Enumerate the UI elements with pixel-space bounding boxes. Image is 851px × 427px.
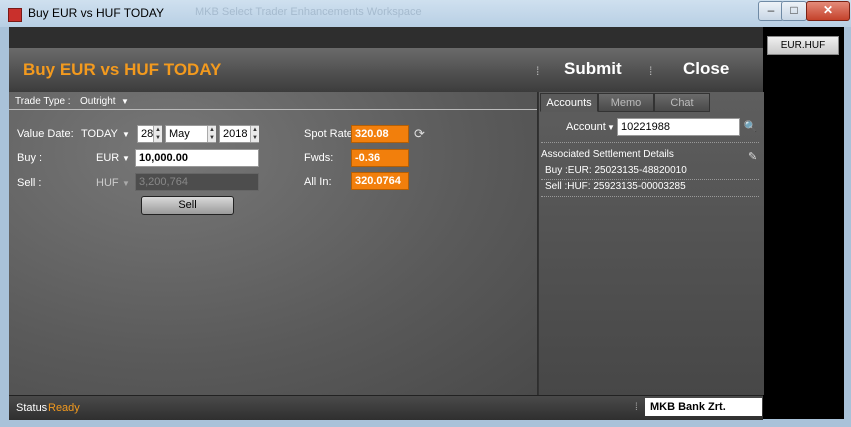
edit-icon[interactable]: ✎ — [748, 150, 757, 163]
buy-label: Buy : — [17, 152, 43, 164]
header-separator: ⁞ — [536, 64, 540, 78]
spot-rate-label: Spot Rate: — [304, 128, 356, 140]
trade-type-select[interactable]: Outright — [80, 96, 116, 107]
trade-type-label: Trade Type : — [15, 96, 71, 107]
all-in-value: 320.0764 — [351, 172, 409, 190]
sell-currency-select[interactable]: HUF — [96, 177, 119, 189]
search-icon[interactable]: 🔍 — [742, 120, 759, 135]
day-spinner[interactable]: ▲ ▼ — [153, 126, 162, 142]
close-button[interactable]: Close — [683, 59, 729, 79]
deal-title: Buy EUR vs HUF TODAY — [23, 60, 222, 79]
deal-header: Buy EUR vs HUF TODAY ⁞ Submit ⁞ Close — [9, 48, 763, 92]
value-date-label: Value Date: — [17, 128, 74, 140]
chevron-down-icon[interactable]: ▼ — [122, 154, 130, 163]
window-close-button[interactable]: ✕ — [806, 1, 850, 21]
background-window-title: MKB Select Trader Enhancements Workspace — [195, 6, 422, 18]
side-strip — [763, 27, 844, 419]
chevron-down-icon[interactable]: ▼ — [607, 123, 615, 132]
buy-amount-input[interactable]: 10,000.00 — [135, 149, 259, 167]
all-in-label: All In: — [304, 176, 332, 188]
accounts-panel — [538, 92, 764, 395]
sell-amount-field: 3,200,764 — [135, 173, 259, 191]
account-input[interactable]: 10221988 — [617, 118, 740, 136]
status-separator: ⁞ — [635, 402, 638, 413]
settlement-title: Associated Settlement Details — [541, 149, 674, 160]
tab-chat[interactable]: Chat — [654, 93, 710, 112]
account-label: Account — [566, 121, 606, 133]
divider — [541, 142, 759, 143]
fwds-label: Fwds: — [304, 152, 334, 164]
sell-button[interactable]: Sell — [141, 196, 234, 215]
app-logo-icon — [8, 8, 22, 22]
spot-rate-value: 320.08 — [351, 125, 409, 143]
divider — [541, 196, 759, 197]
fwds-value: -0.36 — [351, 149, 409, 167]
window-titlebar: Buy EUR vs HUF TODAY MKB Select Trader E… — [0, 0, 851, 27]
bank-name: MKB Bank Zrt. — [645, 398, 762, 416]
divider — [541, 179, 759, 180]
settlement-buy-line: Buy :EUR: 25023135-48820010 — [545, 165, 687, 176]
status-label: Status — [16, 402, 48, 414]
refresh-icon[interactable]: ⟳ — [414, 126, 425, 142]
sell-label: Sell : — [17, 177, 42, 189]
window-title: Buy EUR vs HUF TODAY — [28, 6, 165, 20]
header-separator: ⁞ — [649, 64, 653, 78]
status-value: Ready — [48, 402, 80, 414]
maximize-button[interactable]: □ — [781, 1, 807, 21]
chevron-down-icon[interactable]: ▼ — [122, 179, 130, 188]
buy-currency-select[interactable]: EUR — [96, 152, 119, 164]
tab-memo[interactable]: Memo — [598, 93, 654, 112]
tab-accounts[interactable]: Accounts — [540, 93, 598, 112]
submit-button[interactable]: Submit — [564, 59, 622, 79]
chevron-down-icon[interactable]: ▼ — [121, 97, 129, 106]
year-spinner[interactable]: ▲ ▼ — [250, 126, 259, 142]
tenor-select[interactable]: TODAY — [81, 128, 118, 140]
currency-pair-tab[interactable]: EUR.HUF — [767, 36, 839, 55]
chevron-down-icon[interactable]: ▼ — [122, 130, 130, 139]
settlement-sell-line: Sell :HUF: 25923135-00003285 — [545, 181, 686, 192]
month-spinner[interactable]: ▲ ▼ — [207, 126, 216, 142]
